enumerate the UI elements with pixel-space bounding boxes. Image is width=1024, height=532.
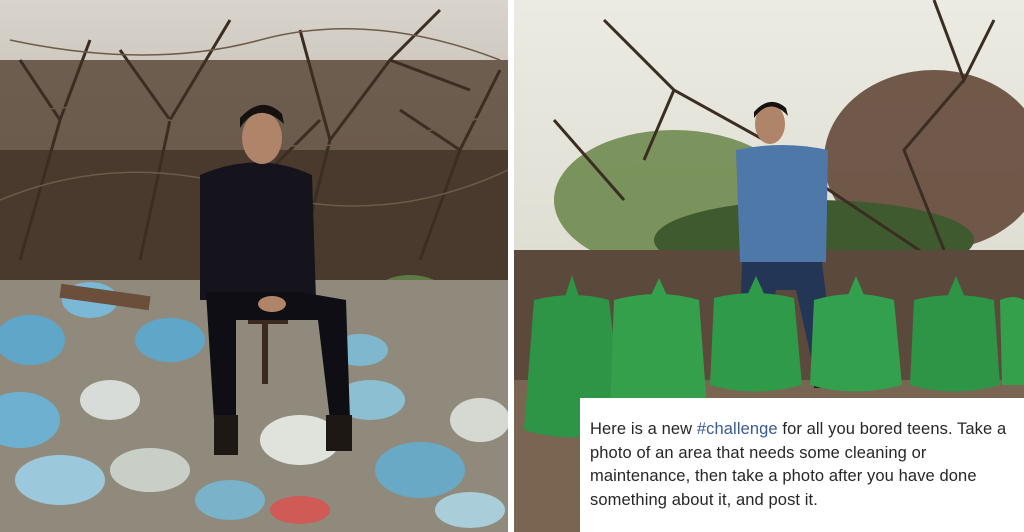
before-photo [0,0,508,532]
caption-prefix: Here is a new [590,420,697,438]
hashtag-link[interactable]: #challenge [697,420,778,438]
caption-box: Here is a new #challenge for all you bor… [580,398,1024,532]
caption-text: Here is a new #challenge for all you bor… [590,418,1010,512]
before-photo-illustration [0,0,508,532]
